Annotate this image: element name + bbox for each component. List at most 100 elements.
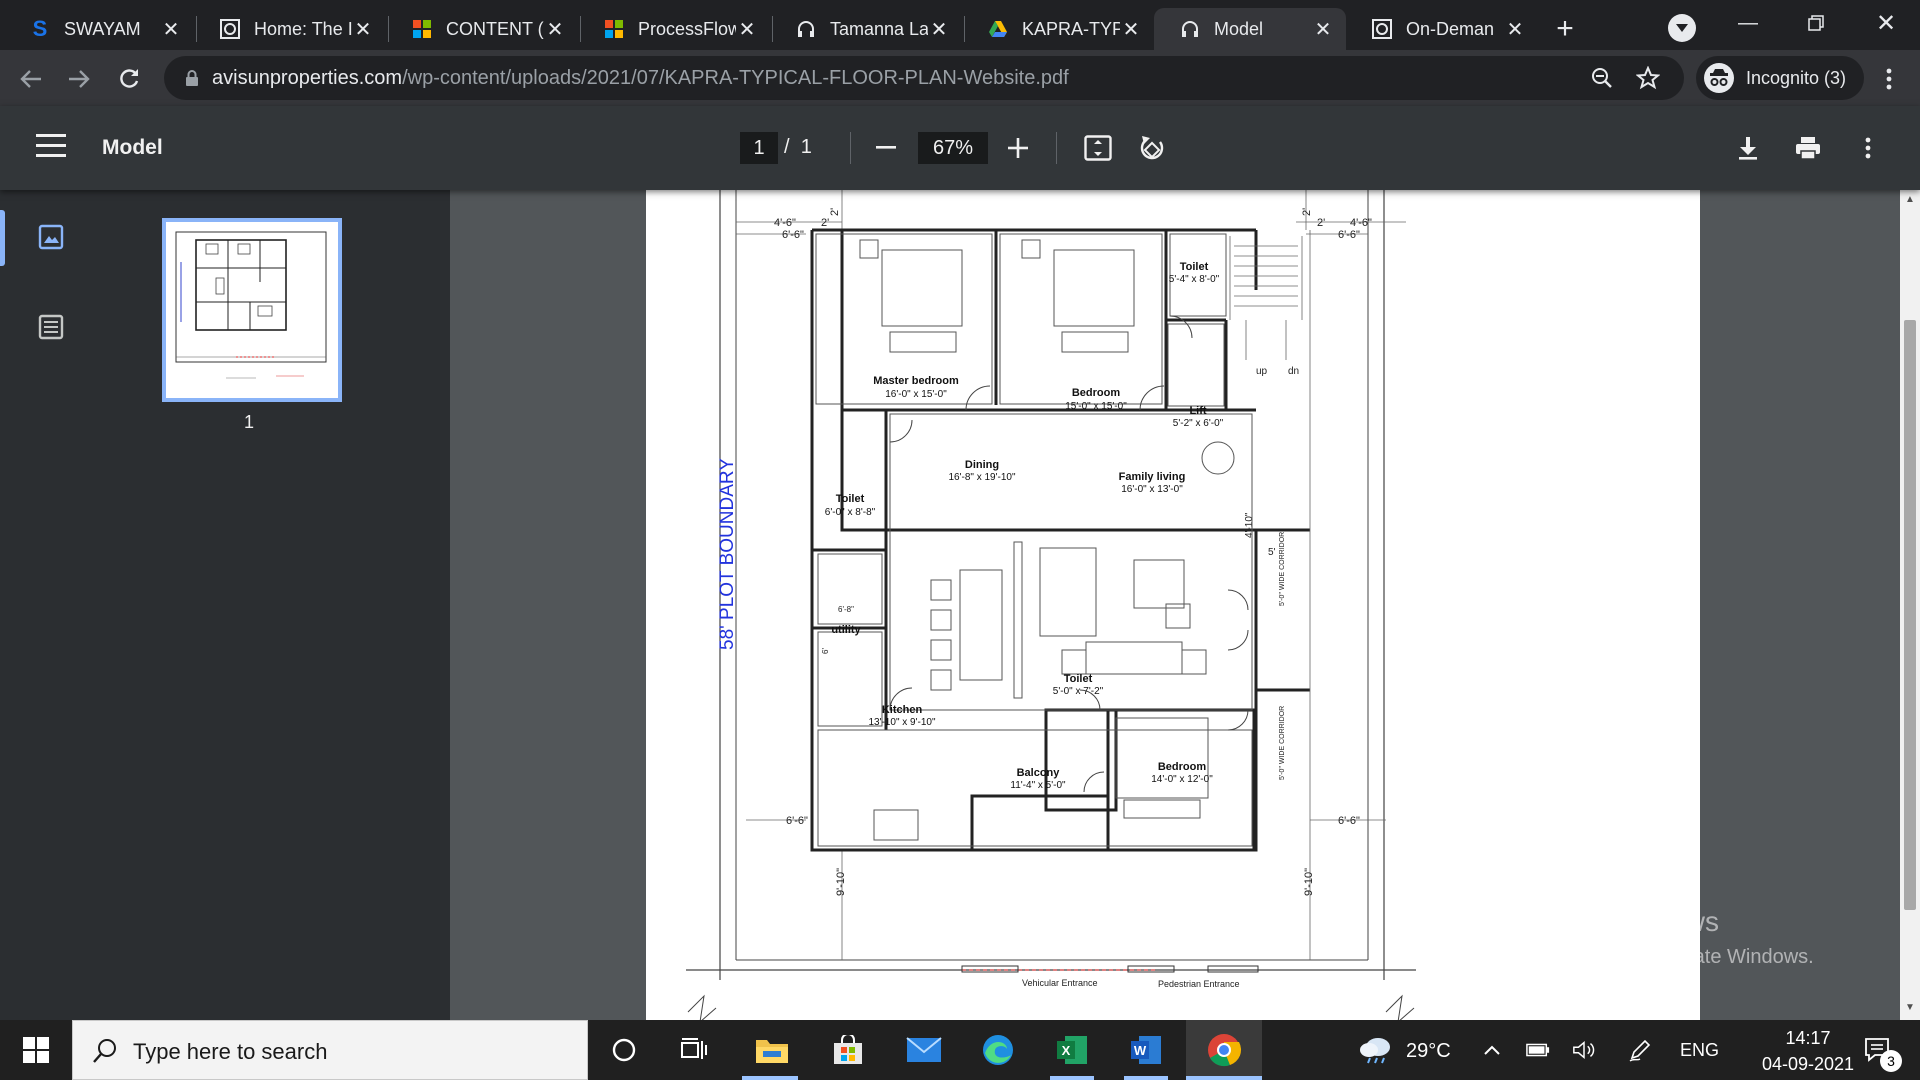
browser-menu-button[interactable] [1872,62,1906,96]
file-explorer-button[interactable] [750,1028,794,1072]
tab-ondemand[interactable]: On-Deman ✕ [1346,8,1538,50]
room-name: Bedroom [1158,761,1207,773]
tab-label: On-Deman [1406,18,1495,39]
thumbnails-icon[interactable] [36,222,66,252]
tab-content[interactable]: CONTENT ( ✕ [386,8,578,50]
print-button[interactable] [1790,130,1826,166]
running-indicator [742,1076,798,1080]
zoom-in-button[interactable] [1000,130,1036,166]
reload-button[interactable] [112,62,146,96]
windows-logo-icon [23,1037,49,1063]
close-icon[interactable]: ✕ [1312,18,1334,41]
microsoft-icon [604,19,624,39]
bookmark-button[interactable] [1634,64,1662,92]
rotate-button[interactable] [1134,130,1170,166]
back-button[interactable] [14,62,48,96]
room-name: Kitchen [882,704,923,716]
address-bar[interactable]: avisunproperties.com/wp-content/uploads/… [164,56,1684,100]
pdf-scrollbar[interactable]: ▲ ▼ [1900,190,1920,1020]
zoom-level-input[interactable]: 67% [918,132,988,164]
headphones-icon [796,19,816,39]
forward-button[interactable] [62,62,96,96]
new-tab-button[interactable]: + [1548,12,1582,46]
scroll-up-arrow[interactable]: ▲ [1904,194,1916,206]
scroll-down-arrow[interactable]: ▼ [1904,1002,1916,1014]
tab-label: SWAYAM [64,18,141,39]
close-icon[interactable]: ✕ [1504,18,1526,41]
edge-button[interactable] [976,1028,1020,1072]
battery-icon[interactable] [1526,1038,1550,1062]
room-size: 14'-0" x 12'-0" [1151,774,1213,785]
chrome-icon [1208,1034,1242,1067]
tab-label: CONTENT ( [446,18,544,39]
taskbar-search[interactable]: Type here to search [72,1020,588,1080]
headphones-icon [1180,19,1200,39]
restore-button[interactable] [1788,0,1844,46]
dimension-label: 6'-6" [1338,229,1360,241]
activate-windows-title: Activate Windows [1498,906,1719,937]
cortana-button[interactable] [602,1028,646,1072]
dimension-label: 2' [829,208,841,216]
room-name: Lift [1189,405,1206,417]
room-size: 6'-0" x 8'-8" [825,507,876,518]
arrow-right-icon [69,70,90,88]
room-name: Dining [965,459,999,471]
weather-icon[interactable] [1358,1038,1394,1064]
close-icon[interactable]: ✕ [928,18,950,41]
tab-label: ProcessFlow [638,18,736,39]
swayam-icon: S [32,16,48,41]
document-title: Model [102,136,163,159]
speaker-icon[interactable] [1572,1038,1596,1062]
page-thumbnail[interactable] [162,218,342,402]
running-indicator [1124,1076,1168,1080]
tab-home[interactable]: Home: The I ✕ [194,8,386,50]
chrome-button[interactable] [1202,1028,1246,1072]
pen-icon[interactable] [1628,1038,1652,1062]
pdf-viewport[interactable]: 4'-6" 6'-6" 2' 2' 4'-6" 6'-6" 6'-6" 6'-6… [450,190,1900,1020]
weather-temperature[interactable]: 29°C [1406,1040,1451,1063]
chevron-up-icon[interactable] [1480,1038,1504,1062]
room-name: Master bedroom [873,375,959,387]
menu-icon[interactable] [36,134,66,162]
minimize-button[interactable]: — [1720,0,1776,46]
page-number-input[interactable]: 1 [740,132,778,164]
thumbnail-sidebar: 1 [0,190,450,1020]
tab-label: Tamanna La [830,18,928,39]
tab-kapra[interactable]: KAPRA-TYP ✕ [962,8,1154,50]
tab-label: KAPRA-TYP [1022,18,1120,39]
close-icon[interactable]: ✕ [544,18,566,41]
tab-tamanna[interactable]: Tamanna La ✕ [770,8,962,50]
zoom-out-button[interactable] [868,130,904,166]
notification-count-badge: 3 [1880,1050,1902,1072]
tab-processflow[interactable]: ProcessFlow ✕ [578,8,770,50]
page-separator: / [784,136,790,158]
task-view-button[interactable] [672,1028,716,1072]
dimension-label: 6'-6" [782,229,804,241]
url-path: /wp-content/uploads/2021/07/KAPRA-TYPICA… [402,67,1069,89]
outline-icon[interactable] [36,312,66,342]
tab-search-button[interactable] [1668,14,1696,42]
running-indicator [1050,1076,1094,1080]
dimension-label: 5' [1268,547,1276,558]
microsoft-store-button[interactable] [826,1028,870,1072]
pdf-more-button[interactable] [1850,130,1886,166]
room-name: Toilet [836,493,865,505]
start-button[interactable] [0,1020,72,1080]
close-icon[interactable]: ✕ [736,18,758,41]
language-indicator[interactable]: ENG [1680,1040,1719,1061]
excel-button[interactable]: X [1050,1028,1094,1072]
close-icon[interactable]: ✕ [160,18,182,41]
incognito-badge[interactable]: Incognito (3) [1696,56,1865,100]
close-icon[interactable]: ✕ [1120,18,1142,41]
tab-model-active[interactable]: Model ✕ [1154,8,1346,50]
close-icon[interactable]: ✕ [352,18,374,41]
zoom-button[interactable] [1588,64,1616,92]
clock-time[interactable]: 14:17 [1758,1028,1858,1049]
fit-to-page-button[interactable] [1080,130,1116,166]
scroll-thumb[interactable] [1904,320,1916,910]
tab-swayam[interactable]: S SWAYAM ✕ [4,8,194,50]
mail-button[interactable] [902,1028,946,1072]
download-button[interactable] [1730,130,1766,166]
word-button[interactable]: W [1124,1028,1168,1072]
close-window-button[interactable]: ✕ [1858,0,1914,46]
